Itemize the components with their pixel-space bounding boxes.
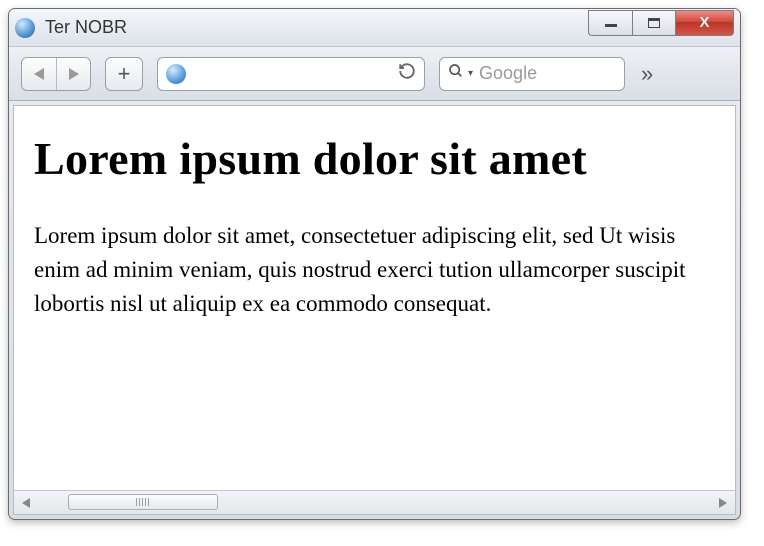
search-icon [448,63,464,84]
address-bar[interactable] [157,57,425,91]
titlebar[interactable]: Ter NOBR X [9,9,740,47]
plus-icon: + [118,61,131,87]
triangle-left-icon [34,68,44,80]
forward-button[interactable] [56,58,90,90]
scrollbar-grip-icon [136,498,150,506]
scrollbar-track[interactable] [38,491,711,514]
viewport: Lorem ipsum dolor sit amet Lorem ipsum d… [13,105,736,515]
triangle-left-icon [22,498,30,508]
toolbar: + ▾ » [9,47,740,101]
nav-button-group [21,57,91,91]
search-engine-dropdown-icon[interactable]: ▾ [468,68,473,79]
globe-icon [166,64,186,84]
horizontal-scrollbar[interactable] [14,490,735,514]
scroll-right-button[interactable] [711,491,735,514]
page-heading: Lorem ipsum dolor sit amet [34,132,719,185]
chevron-right-icon: » [641,61,653,86]
back-button[interactable] [22,58,56,90]
app-icon [15,18,35,38]
browser-window: Ter NOBR X + [8,8,741,520]
new-tab-button[interactable]: + [105,57,143,91]
window-title: Ter NOBR [45,17,588,38]
window-controls: X [588,10,734,36]
maximize-button[interactable] [632,10,676,36]
reload-button[interactable] [398,62,416,86]
search-bar[interactable]: ▾ [439,57,625,91]
page-body-text: Lorem ipsum dolor sit amet, consectetuer… [34,219,719,321]
scroll-left-button[interactable] [14,491,38,514]
reload-icon [398,62,416,80]
triangle-right-icon [719,498,727,508]
search-input[interactable] [479,63,616,84]
scrollbar-thumb[interactable] [68,494,218,510]
page-content: Lorem ipsum dolor sit amet Lorem ipsum d… [14,106,735,490]
minimize-button[interactable] [588,10,632,36]
overflow-button[interactable]: » [641,61,653,87]
triangle-right-icon [69,68,79,80]
close-button[interactable]: X [676,10,734,36]
